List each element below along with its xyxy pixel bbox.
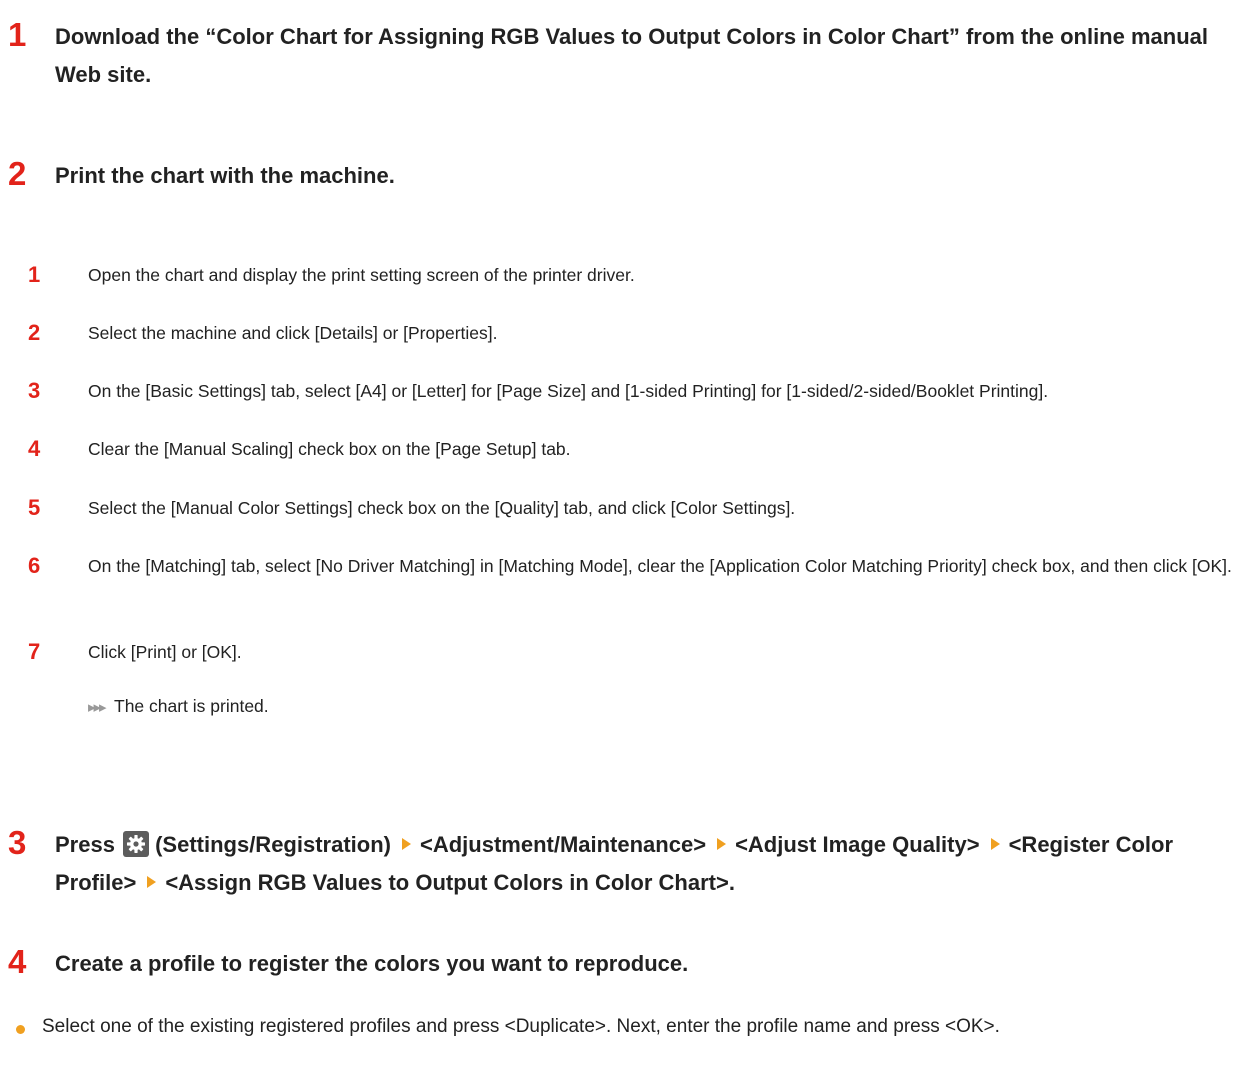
breadcrumb-arrow-icon <box>147 876 157 888</box>
step-1: 1 Download the “Color Chart for Assignin… <box>8 18 1246 94</box>
substep-text: Select the [Manual Color Settings] check… <box>88 498 796 518</box>
substep-2: 2 Select the machine and click [Details]… <box>28 318 1246 348</box>
substep-text: On the [Matching] tab, select [No Driver… <box>88 556 1232 576</box>
substep-number: 4 <box>28 436 41 461</box>
substep-text: Open the chart and display the print set… <box>88 265 635 285</box>
substep-text: Clear the [Manual Scaling] check box on … <box>88 439 571 459</box>
bullet-item: Select one of the existing registered pr… <box>16 1011 1246 1042</box>
step-heading: Create a profile to register the colors … <box>55 951 689 976</box>
step-number: 2 <box>8 155 27 192</box>
substep-number: 2 <box>28 320 41 345</box>
breadcrumb-arrow-icon <box>717 838 727 850</box>
step-heading: Press (Settings/Registration) <Adjustment… <box>55 826 1246 902</box>
settings-label: (Settings/Registration) <box>155 832 391 857</box>
substep-text: On the [Basic Settings] tab, select [A4]… <box>88 381 1049 401</box>
step-number: 4 <box>8 943 27 980</box>
breadcrumb-item: <Adjust Image Quality> <box>735 832 980 857</box>
step-3: 3 Press (Settings/Registration) <Adjustme… <box>8 826 1246 902</box>
substep-6: 6 On the [Matching] tab, select [No Driv… <box>28 551 1246 581</box>
substep-3: 3 On the [Basic Settings] tab, select [A… <box>28 376 1246 406</box>
step-heading: Print the chart with the machine. <box>55 163 395 188</box>
press-label: Press <box>55 832 115 857</box>
substep-number: 3 <box>28 378 41 403</box>
bullet-text: Select one of the existing registered pr… <box>42 1016 1000 1037</box>
settings-gear-icon <box>123 831 150 857</box>
breadcrumb-item: <Assign RGB Values to Output Colors in C… <box>165 870 735 895</box>
substep-7: 7 Click [Print] or [OK]. <box>28 637 1246 667</box>
substep-number: 1 <box>28 262 41 287</box>
breadcrumb-arrow-icon <box>401 838 411 850</box>
substep-text: Select the machine and click [Details] o… <box>88 323 498 343</box>
substep-5: 5 Select the [Manual Color Settings] che… <box>28 493 1246 523</box>
bullet-dot-icon <box>16 1025 25 1034</box>
step-number: 1 <box>8 16 27 53</box>
breadcrumb-arrow-icon <box>990 838 1000 850</box>
step-heading: Download the “Color Chart for Assigning … <box>55 24 1208 87</box>
step-result: ▸▸▸ The chart is printed. <box>88 691 269 723</box>
step-2: 2 Print the chart with the machine. <box>8 157 1246 195</box>
result-arrow-icon: ▸▸▸ <box>88 699 107 716</box>
substep-number: 7 <box>28 639 41 664</box>
substep-number: 6 <box>28 553 41 578</box>
step-number: 3 <box>8 824 27 861</box>
step-4: 4 Create a profile to register the color… <box>8 945 1246 983</box>
substep-1: 1 Open the chart and display the print s… <box>28 260 1246 290</box>
result-text: The chart is printed. <box>114 696 269 716</box>
substep-text: Click [Print] or [OK]. <box>88 642 242 662</box>
substep-4: 4 Clear the [Manual Scaling] check box o… <box>28 434 1246 464</box>
substep-number: 5 <box>28 495 41 520</box>
breadcrumb-item: <Adjustment/Maintenance> <box>419 832 707 857</box>
